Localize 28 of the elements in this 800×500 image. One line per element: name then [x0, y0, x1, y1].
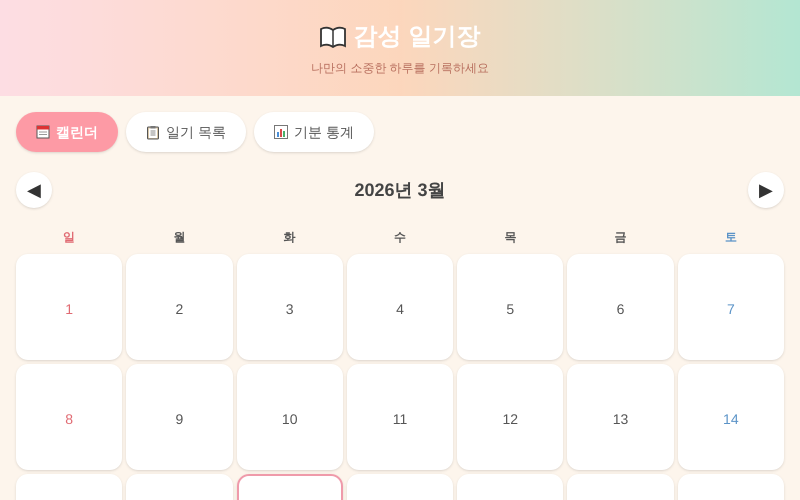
tab[interactable]: 기분 통계 — [254, 112, 374, 152]
bar-chart-icon — [274, 125, 288, 139]
day-cell[interactable]: 13 — [567, 364, 674, 470]
day-cell[interactable]: 10 — [236, 364, 343, 470]
book-icon — [320, 26, 346, 48]
next-month-button[interactable]: ▶ — [748, 172, 784, 208]
day-cell[interactable]: 12 — [457, 364, 564, 470]
app-title: 감성 일기장 — [354, 22, 480, 52]
month-title: 2026년 3월 — [354, 178, 446, 202]
day-cell[interactable]: 2 — [126, 254, 233, 360]
weekday-label: 금 — [614, 229, 628, 246]
weekday-label: 월 — [172, 229, 186, 246]
day-cell[interactable]: 5 — [457, 254, 564, 360]
calendar-icon — [36, 125, 50, 139]
weekday-label: 토 — [724, 229, 738, 246]
app-subtitle: 나만의 소중한 하루를 기록하세요 — [310, 60, 489, 77]
weekday-label: 수 — [392, 229, 407, 246]
day-cell[interactable]: 3 — [236, 254, 343, 360]
day-cell[interactable]: 9 — [126, 364, 233, 470]
clipboard-icon — [146, 124, 160, 140]
weekday-label: 일 — [62, 229, 76, 246]
weekday-label: 화 — [282, 229, 297, 246]
weekday-label: 목 — [503, 229, 518, 246]
day-cell[interactable]: 11 — [346, 364, 454, 470]
day-cell[interactable]: 6 — [567, 254, 674, 360]
previous-month-button[interactable]: ◀ — [16, 172, 52, 208]
tab[interactable]: 일기 목록 — [126, 112, 246, 152]
day-cell[interactable]: 4 — [346, 254, 454, 360]
